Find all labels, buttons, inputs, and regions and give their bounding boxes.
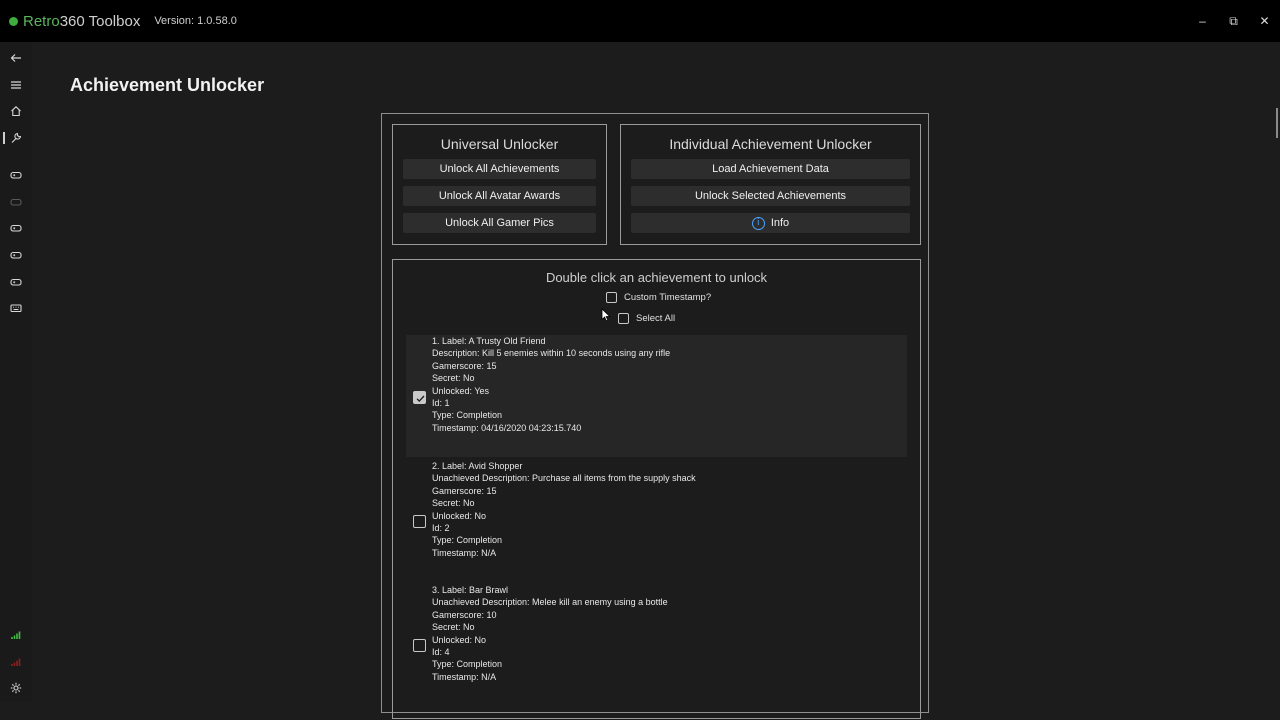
achievement-list-group: Double click an achievement to unlock Cu… [392, 259, 921, 719]
achievement-label: 2. Label: Avid Shopper [432, 461, 523, 471]
achievement-gamerscore: Gamerscore: 15 [432, 485, 497, 496]
app-name-suffix: 360 Toolbox [59, 12, 141, 30]
achievement-timestamp: Timestamp: N/A [432, 547, 497, 558]
achievement-panel: Universal Unlocker Unlock All Achievemen… [381, 113, 929, 719]
achievement-gamerscore: Gamerscore: 15 [432, 360, 497, 371]
achievement-checkbox[interactable] [413, 391, 426, 404]
achievement-checkbox[interactable] [413, 639, 426, 652]
achievement-type: Type: Completion [432, 659, 503, 670]
custom-timestamp-label: Custom Timestamp? [624, 292, 712, 303]
select-all-label: Select All [636, 313, 676, 324]
achievement-id: Id: 2 [432, 522, 450, 533]
achievement-id: Id: 1 [432, 397, 450, 408]
gamepad-icon[interactable] [0, 217, 32, 239]
info-button-label: Info [770, 217, 790, 229]
achievement-checkbox[interactable] [413, 515, 426, 528]
achievement-list-item[interactable]: 2. Label: Avid Shopper Unachieved Descri… [406, 460, 907, 582]
home-icon[interactable] [0, 100, 32, 122]
achievement-description: Unachieved Description: Purchase all ite… [432, 473, 696, 484]
unlock-all-achievements-button[interactable]: Unlock All Achievements [403, 159, 596, 179]
achievement-details: 2. Label: Avid Shopper Unachieved Descri… [432, 460, 696, 559]
select-all-checkbox[interactable] [618, 313, 629, 324]
unlock-all-avatar-awards-button[interactable]: Unlock All Avatar Awards [403, 186, 596, 206]
achievement-gamerscore: Gamerscore: 10 [432, 609, 497, 620]
wrench-icon[interactable] [0, 127, 32, 149]
app-version: Version: 1.0.58.0 [154, 15, 237, 27]
minimize-button[interactable]: – [1187, 0, 1218, 42]
page-scrollbar[interactable] [1276, 108, 1278, 138]
mouse-cursor-icon [601, 308, 611, 322]
checkmark-icon [416, 395, 425, 403]
gamepad-icon[interactable] [0, 164, 32, 186]
achievement-id: Id: 4 [432, 646, 450, 657]
achievement-timestamp: Timestamp: N/A [432, 671, 497, 682]
achievement-unlocked: Unlocked: No [432, 510, 487, 521]
maximize-button[interactable]: ⧉ [1218, 0, 1249, 42]
custom-timestamp-checkbox[interactable] [606, 292, 617, 303]
achievement-secret: Secret: No [432, 622, 475, 633]
sidebar [0, 42, 32, 702]
achievement-details: 3. Label: Bar Brawl Unachieved Descripti… [432, 584, 668, 683]
achievement-timestamp: Timestamp: 04/16/2020 04:23:15.740 [432, 422, 582, 433]
back-arrow-icon[interactable] [0, 47, 32, 69]
achievement-unlocked: Unlocked: No [432, 634, 487, 645]
achievement-secret: Secret: No [432, 498, 475, 509]
achievement-list-item[interactable]: 1. Label: A Trusty Old Friend Descriptio… [406, 335, 907, 457]
achievement-description: Description: Kill 5 enemies within 10 se… [432, 348, 671, 359]
hamburger-menu-icon[interactable] [0, 74, 32, 96]
close-button[interactable]: ✕ [1249, 0, 1280, 42]
achievement-label: 1. Label: A Trusty Old Friend [432, 336, 546, 346]
achievement-list-item[interactable]: 3. Label: Bar Brawl Unachieved Descripti… [406, 584, 907, 706]
page-title: Achievement Unlocker [70, 75, 265, 95]
individual-unlocker-title: Individual Achievement Unlocker [669, 136, 872, 152]
achievement-label: 3. Label: Bar Brawl [432, 585, 509, 595]
gamepad-icon[interactable] [0, 271, 32, 293]
universal-unlocker-group: Universal Unlocker Unlock All Achievemen… [392, 124, 607, 245]
title-bar: Retro360 Toolbox Version: 1.0.58.0 – ⧉ ✕ [0, 0, 1280, 42]
universal-unlocker-title: Universal Unlocker [440, 136, 559, 152]
app-logo-icon [9, 16, 18, 26]
keyboard-icon[interactable] [0, 297, 32, 319]
achievement-type: Type: Completion [432, 410, 503, 421]
unlock-selected-achievements-button[interactable]: Unlock Selected Achievements [631, 186, 910, 206]
load-achievement-data-button[interactable]: Load Achievement Data [631, 159, 910, 179]
app-name-prefix: Retro [23, 12, 60, 30]
achievement-details: 1. Label: A Trusty Old Friend Descriptio… [432, 335, 670, 434]
window-controls: – ⧉ ✕ [1187, 0, 1280, 42]
gear-icon[interactable] [0, 677, 32, 699]
info-icon: i [751, 216, 765, 230]
achievement-description: Unachieved Description: Melee kill an en… [432, 597, 668, 608]
achievement-secret: Secret: No [432, 373, 475, 384]
unlock-all-gamer-pics-button[interactable]: Unlock All Gamer Pics [403, 213, 596, 233]
gamepad-icon[interactable] [0, 191, 32, 213]
achievement-type: Type: Completion [432, 535, 503, 546]
gamepad-icon[interactable] [0, 244, 32, 266]
app-name: Retro360 Toolbox [23, 13, 140, 30]
list-hint: Double click an achievement to unlock [545, 270, 768, 285]
signal-bars-icon [0, 624, 32, 646]
info-button[interactable]: i Info [631, 213, 910, 233]
achievement-unlocked: Unlocked: Yes [432, 385, 490, 396]
individual-unlocker-group: Individual Achievement Unlocker Load Ach… [620, 124, 921, 245]
signal-bars-icon [0, 651, 32, 673]
